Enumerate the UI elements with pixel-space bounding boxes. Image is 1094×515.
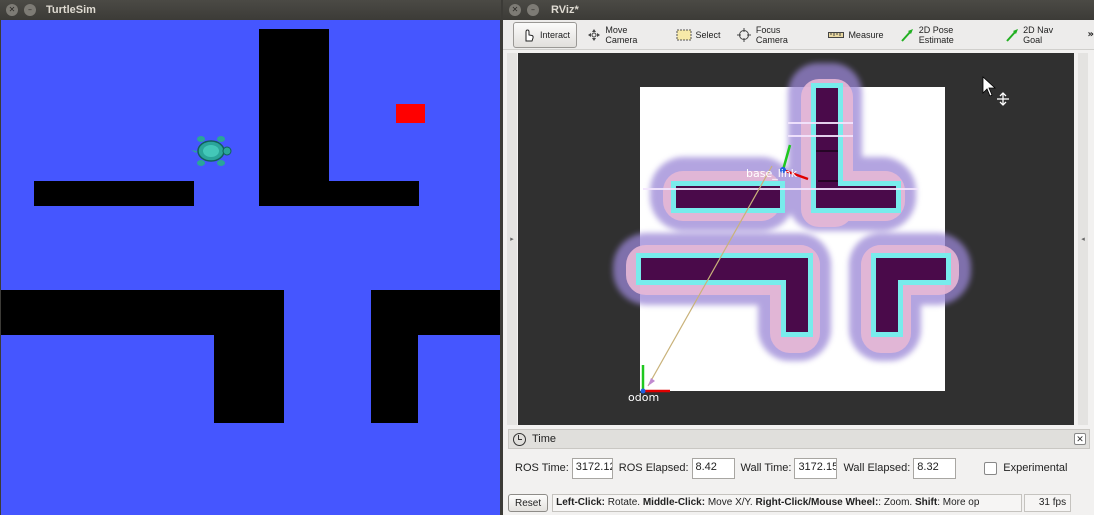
measure-label: Measure (848, 29, 884, 40)
turtlesim-canvas (1, 20, 500, 515)
interact-tool[interactable]: Interact (513, 21, 578, 48)
wall (34, 181, 194, 206)
ros-elapsed-label: ROS Elapsed: (618, 462, 689, 474)
time-panel-header: Time ✕ (508, 429, 1090, 449)
help-middle-click-desc: Move X/Y. (705, 497, 756, 508)
minimize-window-button[interactable]: – (24, 4, 36, 16)
move-camera-label: Move Camera (605, 24, 638, 45)
select-label: Select (695, 29, 721, 40)
reset-button[interactable]: Reset (508, 494, 549, 512)
mouse-cursor-icon (982, 76, 997, 97)
help-right-click: Right-Click/Mouse Wheel: (755, 497, 879, 508)
left-panel-toggle[interactable]: ▸ (507, 53, 517, 425)
move-arrows-icon (586, 28, 601, 42)
ros-time-field[interactable]: 3172.12 (571, 457, 613, 479)
time-panel: Time ✕ ROS Time: 3172.12 ROS Elapsed: 8.… (508, 429, 1090, 489)
help-left-click: Left-Click: (556, 497, 606, 508)
help-shift: Shift (914, 497, 938, 508)
wall (259, 29, 329, 206)
move-cursor-icon (997, 92, 1009, 106)
nav-goal-label: 2D Nav Goal (1023, 24, 1054, 45)
green-arrow-icon (899, 28, 914, 42)
time-fields-row: ROS Time: 3172.12 ROS Elapsed: 8.42 Wall… (508, 449, 1090, 487)
ros-time-label: ROS Time: (515, 462, 569, 474)
wall-elapsed-field[interactable]: 8.32 (913, 457, 957, 479)
3d-viewport[interactable]: base_link odom (518, 53, 1074, 425)
experimental-label: Experimental (1003, 462, 1068, 474)
experimental-checkbox[interactable] (984, 461, 998, 475)
wall-elapsed-label: Wall Elapsed: (843, 462, 911, 474)
tool-bar: Interact Move Camera Select Focus Camera… (503, 20, 1094, 50)
wall (214, 290, 284, 423)
toolbar-overflow-button[interactable]: » (1088, 29, 1094, 40)
help-text: Left-Click: Rotate. Middle-Click: Move X… (552, 494, 1023, 512)
turtle-icon (191, 136, 232, 166)
help-right-click-desc: : Zoom. (878, 497, 915, 508)
measure-tool[interactable]: Measure (821, 22, 890, 48)
close-window-button[interactable]: ✕ (509, 4, 521, 16)
ruler-icon (828, 28, 845, 42)
right-panel-toggle[interactable]: ◂ (1078, 53, 1088, 425)
odom-label: odom (628, 391, 659, 404)
goal-marker (396, 104, 425, 123)
close-window-button[interactable]: ✕ (6, 4, 18, 16)
pose-estimate-tool[interactable]: 2D Pose Estimate (892, 22, 994, 48)
window-title: RViz* (551, 4, 579, 16)
crosshair-icon (737, 27, 752, 42)
time-panel-title: Time (532, 433, 557, 445)
help-middle-click: Middle-Click: (642, 497, 706, 508)
move-camera-tool[interactable]: Move Camera (579, 22, 667, 48)
turtlesim-titlebar: ✕ – TurtleSim (0, 0, 501, 20)
status-bar: Reset Left-Click: Rotate. Middle-Click: … (508, 491, 1090, 515)
ros-elapsed-field[interactable]: 8.42 (691, 457, 735, 479)
help-left-click-desc: Rotate. (605, 497, 643, 508)
help-shift-desc: : More op (937, 497, 980, 508)
focus-camera-label: Focus Camera (755, 24, 788, 45)
wall-time-label: Wall Time: (740, 462, 792, 474)
turtlesim-window: ✕ – TurtleSim (0, 0, 501, 515)
nav-goal-tool[interactable]: 2D Nav Goal (997, 22, 1080, 48)
fps-counter: 31 fps (1024, 494, 1072, 512)
pose-estimate-label: 2D Pose Estimate (918, 24, 954, 45)
wall (259, 181, 419, 206)
selection-box-icon (676, 28, 692, 42)
window-title: TurtleSim (46, 4, 96, 16)
clock-icon (513, 432, 526, 446)
rviz-window: ✕ – RViz* Interact Move Camera Select Fo… (503, 0, 1094, 515)
base-link-label: base_link (746, 167, 798, 180)
close-panel-button[interactable]: ✕ (1074, 433, 1086, 445)
select-tool[interactable]: Select (669, 22, 728, 48)
hand-pointer-icon (520, 28, 536, 42)
interact-label: Interact (540, 29, 571, 40)
rviz-titlebar: ✕ – RViz* (503, 0, 1094, 20)
focus-camera-tool[interactable]: Focus Camera (730, 22, 820, 48)
costmap-render: base_link odom (613, 63, 1009, 404)
minimize-window-button[interactable]: – (527, 4, 539, 16)
green-arrow-icon (1004, 28, 1019, 42)
wall (371, 290, 418, 423)
wall-time-field[interactable]: 3172.15 (794, 457, 838, 479)
